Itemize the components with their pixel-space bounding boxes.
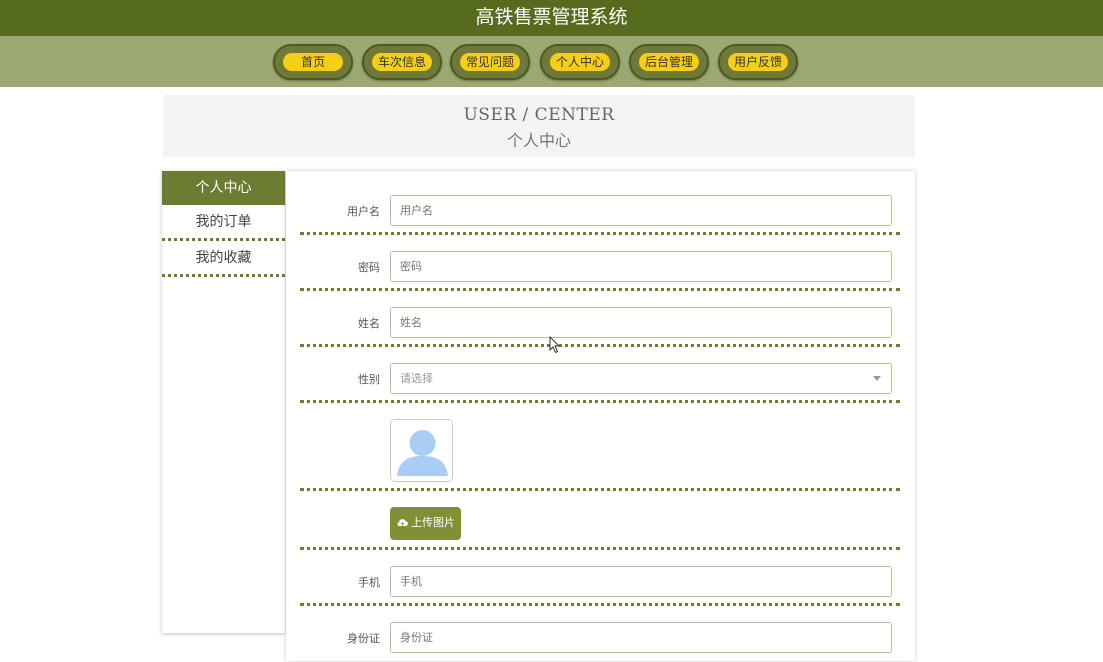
upload-image-button[interactable]: 上传图片 — [390, 507, 461, 540]
avatar-preview[interactable] — [390, 419, 453, 482]
form-row-avatar — [300, 419, 900, 491]
form-row-username: 用户名 — [300, 195, 900, 235]
nav-personal-center-label: 个人中心 — [550, 53, 610, 71]
nav-feedback[interactable]: 用户反馈 — [718, 44, 798, 80]
form-row-name: 姓名 — [300, 307, 900, 347]
banner-title-en: USER / CENTER — [463, 105, 615, 125]
nav-admin-label: 后台管理 — [639, 53, 699, 71]
nav-train-info[interactable]: 车次信息 — [362, 44, 442, 80]
cloud-upload-icon — [397, 519, 408, 527]
sidebar-item-favorites[interactable]: 我的收藏 — [162, 241, 285, 277]
gender-label: 性别 — [358, 373, 380, 386]
form-row-phone: 手机 — [300, 566, 900, 606]
nav-home-label: 首页 — [283, 53, 343, 71]
gender-select-value: 请选择 — [400, 372, 433, 385]
username-input[interactable] — [390, 195, 892, 226]
sidebar: 个人中心 我的订单 我的收藏 — [162, 171, 285, 633]
gender-select[interactable]: 请选择 — [390, 363, 892, 394]
idcard-label: 身份证 — [347, 632, 380, 645]
chevron-down-icon — [873, 376, 881, 381]
password-label: 密码 — [358, 261, 380, 274]
banner-title-cn: 个人中心 — [506, 131, 571, 150]
user-avatar-icon — [391, 420, 452, 481]
app-title: 高铁售票管理系统 — [475, 6, 628, 28]
form-row-gender: 性别 请选择 — [300, 363, 900, 403]
sidebar-item-orders[interactable]: 我的订单 — [162, 205, 285, 241]
upload-image-label: 上传图片 — [411, 517, 456, 529]
name-input[interactable] — [390, 307, 892, 338]
mouse-cursor-icon — [549, 336, 561, 354]
sidebar-title: 个人中心 — [162, 171, 285, 205]
page-banner: USER / CENTER 个人中心 — [163, 95, 915, 157]
username-label: 用户名 — [347, 205, 380, 218]
app-header: 高铁售票管理系统 — [0, 0, 1103, 36]
form-row-password: 密码 — [300, 251, 900, 291]
nav-feedback-label: 用户反馈 — [728, 53, 788, 71]
nav-personal-center[interactable]: 个人中心 — [540, 44, 620, 80]
phone-label: 手机 — [358, 576, 380, 589]
form-row-upload: 上传图片 — [300, 507, 900, 550]
password-input[interactable] — [390, 251, 892, 282]
profile-form-panel: 用户名 密码 姓名 性别 请选择 上传图片 — [286, 171, 915, 661]
form-row-idcard: 身份证 — [300, 622, 900, 662]
name-label: 姓名 — [358, 317, 380, 330]
phone-input[interactable] — [390, 566, 892, 597]
nav-train-info-label: 车次信息 — [372, 53, 432, 71]
nav-faq[interactable]: 常见问题 — [450, 44, 530, 80]
idcard-input[interactable] — [390, 622, 892, 653]
nav-home[interactable]: 首页 — [273, 44, 353, 80]
nav-faq-label: 常见问题 — [460, 53, 520, 71]
nav-admin[interactable]: 后台管理 — [629, 44, 709, 80]
